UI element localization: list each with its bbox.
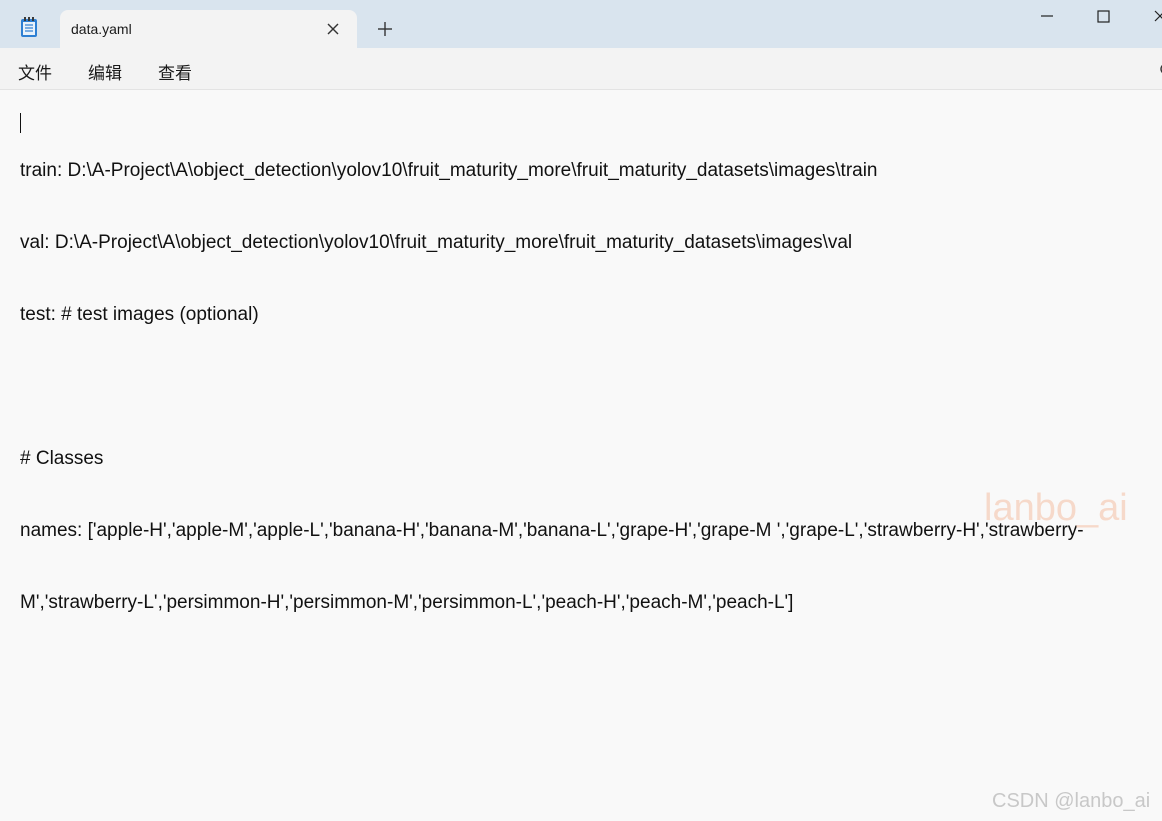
plus-icon[interactable]	[376, 20, 394, 38]
editor-line: test: # test images (optional)	[20, 304, 259, 325]
editor-line: # Classes	[20, 448, 104, 469]
tab-title: data.yaml	[71, 21, 132, 37]
editor-line: val: D:\A-Project\A\object_detection\yol…	[20, 232, 853, 253]
window-close-icon[interactable]	[1150, 8, 1162, 28]
title-bar: data.yaml	[0, 0, 1162, 48]
text-editor[interactable]: train: D:\A-Project\A\object_detection\y…	[0, 91, 1162, 821]
editor-content[interactable]: train: D:\A-Project\A\object_detection\y…	[20, 111, 1160, 663]
maximize-icon[interactable]	[1095, 8, 1115, 28]
watermark-center: lanbo_ai	[984, 487, 1128, 529]
minimize-icon[interactable]	[1038, 8, 1058, 28]
editor-line: train: D:\A-Project\A\object_detection\y…	[20, 160, 878, 181]
notepad-icon	[21, 17, 37, 37]
watermark-bottom: CSDN @lanbo_ai	[992, 790, 1151, 812]
menu-edit[interactable]: 编辑	[88, 59, 122, 84]
menu-file[interactable]: 文件	[18, 59, 52, 84]
menu-bar: 文件 编辑 查看	[0, 48, 1162, 90]
close-icon[interactable]	[325, 21, 341, 37]
menu-view[interactable]: 查看	[158, 59, 192, 84]
editor-line: M','strawberry-L','persimmon-H','persimm…	[20, 592, 794, 613]
gear-icon[interactable]	[1154, 60, 1162, 78]
tab-data-yaml[interactable]: data.yaml	[60, 10, 357, 48]
text-caret	[20, 113, 21, 133]
